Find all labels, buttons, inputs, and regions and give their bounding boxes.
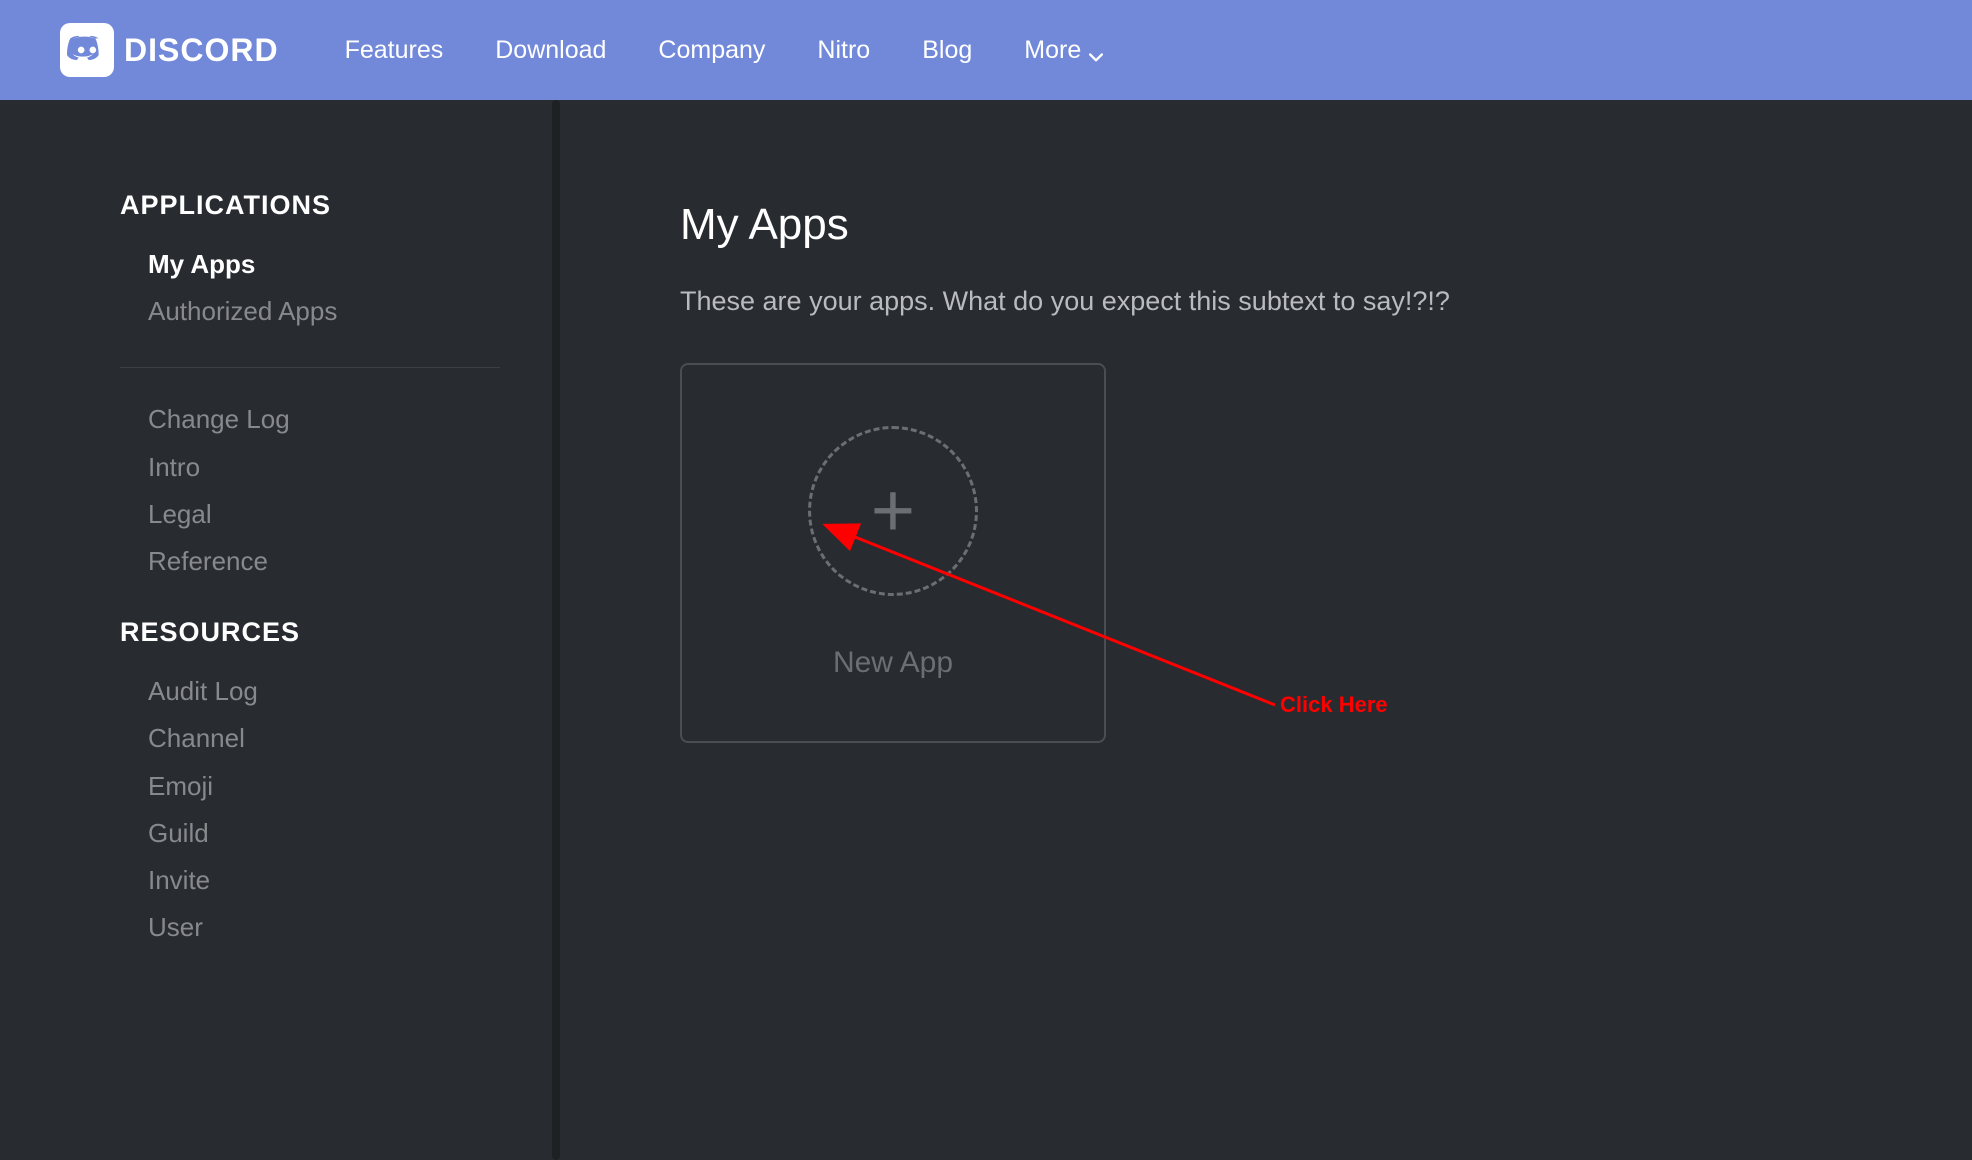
sidebar-item-authorized-apps[interactable]: Authorized Apps: [148, 296, 500, 327]
nav-item-label: Nitro: [817, 36, 870, 65]
brand[interactable]: DISCORD: [60, 23, 279, 77]
plus-icon: +: [871, 473, 915, 549]
sidebar-item-label: Intro: [148, 452, 200, 482]
page-subtext: These are your apps. What do you expect …: [680, 286, 1872, 317]
sidebar-item-label: Change Log: [148, 404, 290, 434]
nav-blog[interactable]: Blog: [910, 28, 984, 73]
new-app-label: New App: [833, 646, 953, 680]
sidebar-heading-resources: RESOURCES: [120, 617, 500, 648]
body: APPLICATIONS My Apps Authorized Apps Cha…: [0, 100, 1972, 1160]
sidebar-item-legal[interactable]: Legal: [148, 499, 500, 530]
sidebar-item-label: Guild: [148, 818, 209, 848]
nav-item-label: Company: [658, 36, 765, 65]
nav-features[interactable]: Features: [333, 28, 456, 73]
new-app-card[interactable]: + New App: [680, 363, 1106, 743]
sidebar-item-intro[interactable]: Intro: [148, 452, 500, 483]
sidebar-item-label: Authorized Apps: [148, 296, 337, 326]
sidebar-item-label: My Apps: [148, 249, 255, 279]
new-app-dashed-circle: +: [808, 426, 978, 596]
nav-download[interactable]: Download: [483, 28, 618, 73]
sidebar-item-channel[interactable]: Channel: [148, 723, 500, 754]
annotation-label: Click Here: [1280, 692, 1388, 718]
sidebar-item-guild[interactable]: Guild: [148, 818, 500, 849]
sidebar-group-resources: RESOURCES Audit Log Channel Emoji Guild …: [120, 617, 500, 943]
discord-logo-icon: [60, 23, 114, 77]
page-title: My Apps: [680, 200, 1872, 250]
sidebar-item-emoji[interactable]: Emoji: [148, 771, 500, 802]
brand-wordmark: DISCORD: [124, 32, 279, 69]
sidebar-group-applications: APPLICATIONS My Apps Authorized Apps: [120, 190, 500, 327]
nav-item-label: Download: [495, 36, 606, 65]
sidebar-item-label: Channel: [148, 723, 245, 753]
sidebar-item-my-apps[interactable]: My Apps: [148, 249, 500, 280]
sidebar-item-invite[interactable]: Invite: [148, 865, 500, 896]
sidebar: APPLICATIONS My Apps Authorized Apps Cha…: [0, 100, 560, 1160]
nav-more[interactable]: More: [1012, 28, 1115, 73]
sidebar-heading-applications: APPLICATIONS: [120, 190, 500, 221]
main-content: My Apps These are your apps. What do you…: [560, 100, 1972, 1160]
sidebar-item-label: Audit Log: [148, 676, 258, 706]
sidebar-item-label: Invite: [148, 865, 210, 895]
top-nav: DISCORD Features Download Company Nitro …: [0, 0, 1972, 100]
nav-nitro[interactable]: Nitro: [805, 28, 882, 73]
nav-company[interactable]: Company: [646, 28, 777, 73]
sidebar-item-label: Legal: [148, 499, 212, 529]
chevron-down-icon: [1089, 43, 1103, 57]
nav-item-label: More: [1024, 36, 1081, 65]
nav-item-label: Features: [345, 36, 444, 65]
sidebar-item-label: Emoji: [148, 771, 213, 801]
sidebar-divider: [120, 367, 500, 368]
sidebar-item-reference[interactable]: Reference: [148, 546, 500, 577]
nav-item-label: Blog: [922, 36, 972, 65]
sidebar-item-user[interactable]: User: [148, 912, 500, 943]
sidebar-item-label: Reference: [148, 546, 268, 576]
sidebar-item-label: User: [148, 912, 203, 942]
sidebar-group-docs: Change Log Intro Legal Reference: [120, 404, 500, 577]
sidebar-item-change-log[interactable]: Change Log: [148, 404, 500, 435]
sidebar-item-audit-log[interactable]: Audit Log: [148, 676, 500, 707]
